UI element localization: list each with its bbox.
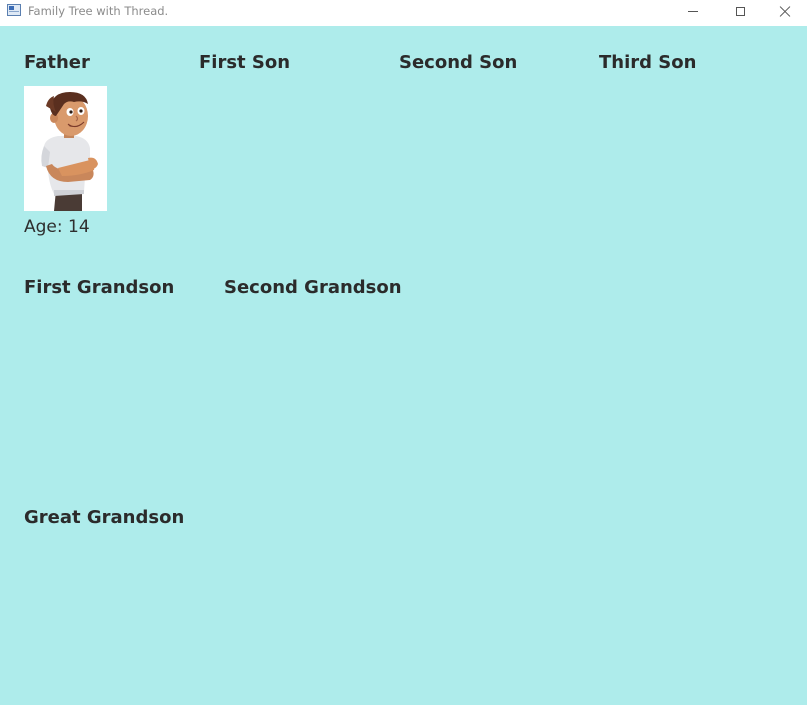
maximize-icon	[735, 6, 745, 16]
great-grandson-heading: Great Grandson	[24, 507, 185, 528]
close-icon	[779, 5, 791, 17]
father-age: Age: 14	[24, 217, 90, 237]
title-bar[interactable]: Family Tree with Thread.	[0, 0, 807, 26]
second-son-heading: Second Son	[399, 52, 518, 73]
window-title: Family Tree with Thread.	[28, 4, 169, 18]
maximize-button[interactable]	[717, 0, 763, 22]
boy-avatar-icon	[41, 92, 98, 211]
second-grandson-heading: Second Grandson	[224, 277, 402, 298]
father-heading: Father	[24, 52, 90, 73]
first-grandson-heading: First Grandson	[24, 277, 175, 298]
close-button[interactable]	[762, 0, 807, 22]
minimize-icon	[688, 10, 698, 12]
minimize-button[interactable]	[670, 0, 716, 22]
window-content: Father First Son Second Son Third Son Ag…	[0, 26, 807, 705]
app-window-icon	[7, 4, 21, 16]
third-son-heading: Third Son	[599, 52, 697, 73]
father-avatar	[24, 86, 107, 211]
first-son-heading: First Son	[199, 52, 291, 73]
